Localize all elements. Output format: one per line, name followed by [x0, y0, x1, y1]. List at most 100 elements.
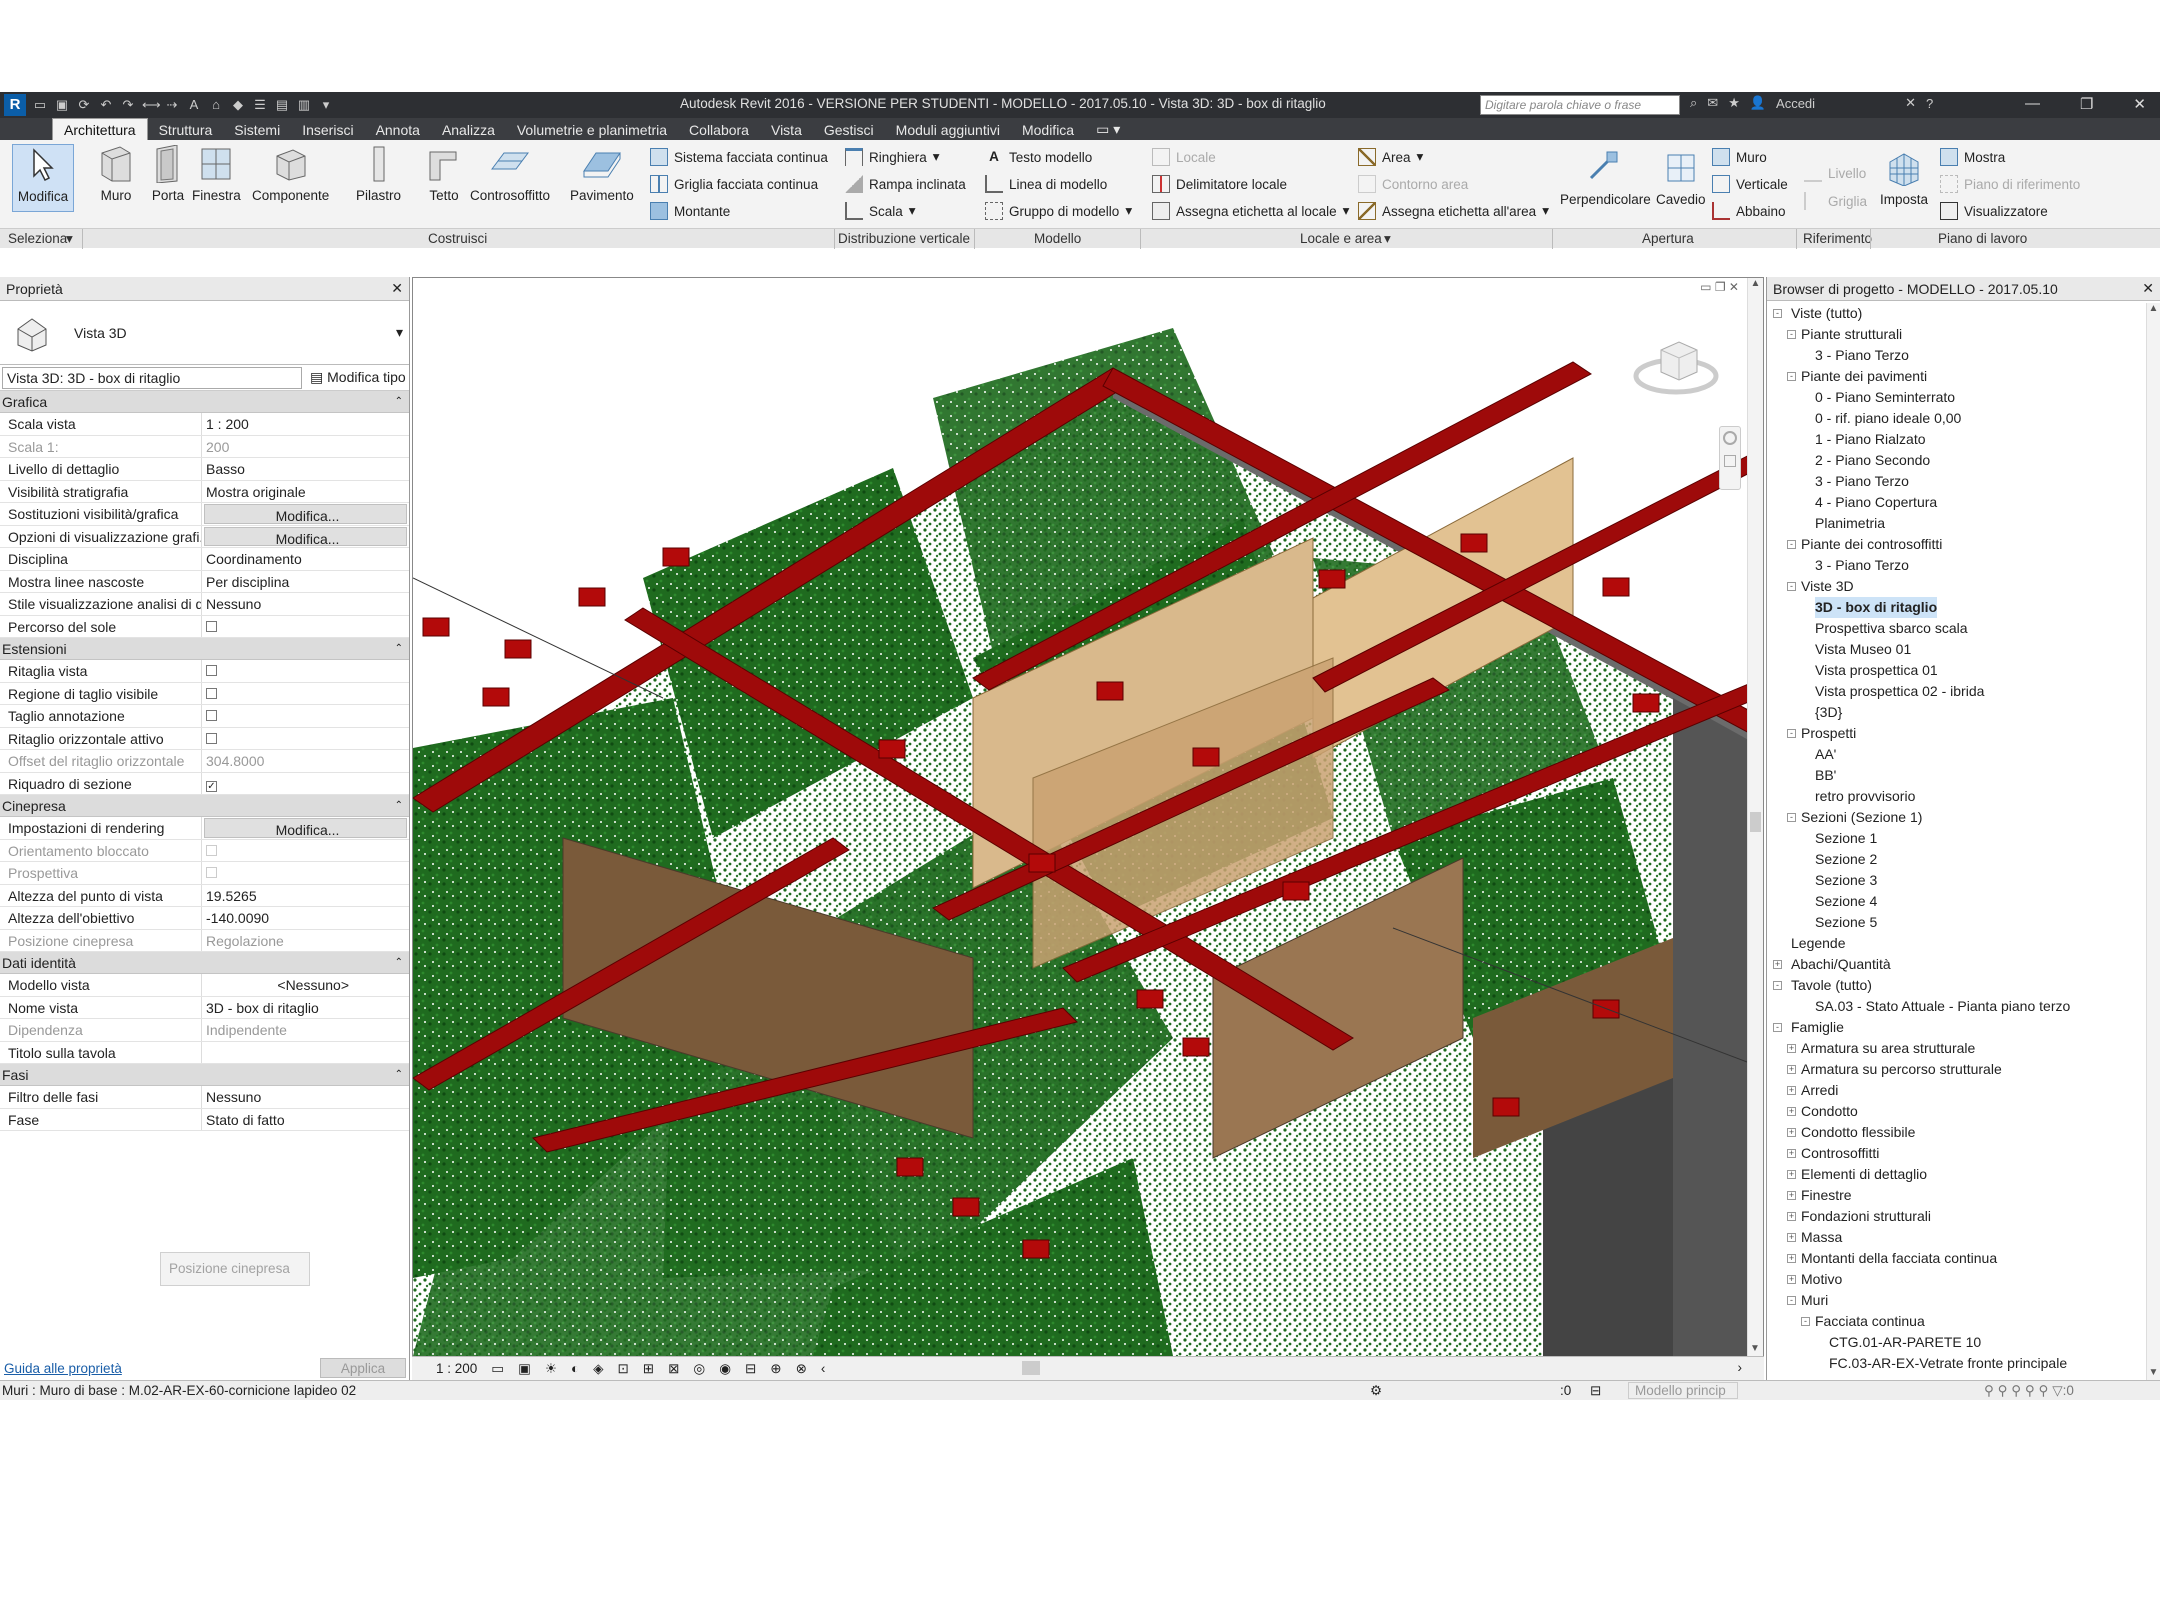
tab-sistemi[interactable]: Sistemi [223, 119, 291, 140]
crop-region-icon[interactable]: ⊞ [643, 1361, 654, 1377]
browser-tree-item[interactable]: Planimetria [1767, 513, 2160, 534]
scroll-down-icon[interactable]: ▼ [1748, 1343, 1762, 1354]
collapse-icon[interactable]: - [1787, 729, 1796, 738]
browser-tree-item[interactable]: 0 - Piano Seminterrato [1767, 387, 2160, 408]
property-value[interactable] [202, 616, 409, 638]
collapse-icon[interactable]: - [1787, 372, 1796, 381]
analytical-icon[interactable]: ⊕ [770, 1361, 781, 1377]
close-icon[interactable]: ✕ [2133, 95, 2146, 113]
set-workplane-button[interactable]: Imposta [1880, 148, 1928, 207]
tag-room-button[interactable]: Assegna etichetta al locale ▾ [1152, 202, 1349, 220]
modify-button[interactable]: Modifica... [204, 526, 407, 547]
expand-icon[interactable]: + [1773, 960, 1782, 969]
area-button[interactable]: Area ▾ [1358, 148, 1423, 166]
roof-button[interactable]: Tetto [424, 144, 464, 203]
dimension-icon[interactable]: ⇢ [164, 97, 180, 113]
scroll-up-icon[interactable]: ▲ [2147, 303, 2160, 314]
chevron-down-icon[interactable]: ▾ [933, 149, 940, 165]
user-icon[interactable]: 👤 [1750, 95, 1766, 111]
close-icon[interactable]: ✕ [391, 280, 403, 297]
browser-tree-item[interactable]: Sezione 2 [1767, 849, 2160, 870]
favorites-icon[interactable]: ★ [1728, 95, 1740, 111]
close-hidden-icon[interactable]: ▤ [274, 97, 290, 113]
browser-tree-item[interactable]: + Montanti della facciata continua [1767, 1248, 2160, 1269]
browser-tree-item[interactable]: + Abachi/Quantità [1767, 954, 2160, 975]
browser-tree-item[interactable]: - Famiglie [1767, 1017, 2160, 1038]
property-value[interactable]: Coordinamento [202, 548, 409, 570]
browser-tree-item[interactable]: SA.03 - Stato Attuale - Pianta piano ter… [1767, 996, 2160, 1017]
browser-tree-item[interactable]: + Controsoffitti [1767, 1143, 2160, 1164]
curtain-system-button[interactable]: Sistema facciata continua [650, 148, 828, 166]
sync-icon[interactable]: ⟳ [76, 97, 92, 113]
expand-icon[interactable]: + [1787, 1044, 1796, 1053]
browser-tree-item[interactable]: Sezione 1 [1767, 828, 2160, 849]
collapse-icon[interactable]: - [1773, 1023, 1782, 1032]
shadows-icon[interactable]: ◐ [571, 1361, 579, 1376]
rendering-icon[interactable]: ◈ [593, 1361, 603, 1377]
properties-help-link[interactable]: Guida alle proprietà [4, 1361, 122, 1376]
property-value[interactable]: 19.5265 [202, 885, 409, 907]
customize-icon[interactable]: ▾ [318, 97, 334, 113]
view-scale[interactable]: 1 : 200 [436, 1361, 477, 1376]
show-workplane-button[interactable]: Mostra [1940, 148, 2005, 166]
tab-volumetrie-e-planimetria[interactable]: Volumetrie e planimetria [506, 119, 678, 140]
collapse-icon[interactable]: ⌃ [395, 643, 403, 654]
expand-icon[interactable]: + [1787, 1107, 1796, 1116]
browser-tree-item[interactable]: Prospettiva sbarco scala [1767, 618, 2160, 639]
property-value[interactable]: 3D - box di ritaglio [202, 997, 409, 1019]
zoom-icon[interactable] [1724, 455, 1736, 467]
navigation-bar[interactable] [1719, 426, 1741, 490]
detail-level-icon[interactable]: ▭ [491, 1361, 504, 1377]
open-icon[interactable]: ▭ [32, 97, 48, 113]
browser-tree-item[interactable]: - Muri [1767, 1290, 2160, 1311]
checkbox[interactable] [206, 732, 217, 744]
grid-button[interactable]: Griglia [1804, 192, 1867, 210]
browser-tree-item[interactable]: 4 - Piano Copertura [1767, 492, 2160, 513]
room-separator-button[interactable]: Delimitatore locale [1152, 175, 1287, 193]
apply-button[interactable]: Applica [320, 1358, 406, 1378]
browser-scrollbar[interactable]: ▲ ▼ [2146, 303, 2160, 1380]
checkbox[interactable] [206, 710, 217, 721]
worksharing-icon[interactable]: ⊟ [745, 1361, 756, 1377]
checkbox[interactable]: ✓ [206, 780, 217, 792]
expand-icon[interactable]: + [1787, 1065, 1796, 1074]
browser-tree-item[interactable]: - Viste 3D [1767, 576, 2160, 597]
property-value[interactable] [202, 1042, 409, 1064]
wall-opening-button[interactable]: Muro [1712, 148, 1767, 166]
collapse-icon[interactable]: - [1787, 582, 1796, 591]
collapse-icon[interactable]: - [1787, 1296, 1796, 1305]
model-text-button[interactable]: A Testo modello [985, 148, 1092, 166]
section-header[interactable]: Cinepresa ⌃ [0, 795, 409, 817]
collapse-icon[interactable]: - [1801, 1317, 1810, 1326]
browser-tree-item[interactable]: + Arredi [1767, 1080, 2160, 1101]
browser-tree-item[interactable]: - Sezioni (Sezione 1) [1767, 807, 2160, 828]
tab-inserisci[interactable]: Inserisci [291, 119, 364, 140]
door-button[interactable]: Porta [148, 144, 188, 203]
redo-icon[interactable]: ↷ [120, 97, 136, 113]
railing-button[interactable]: Ringhiera ▾ [845, 148, 940, 166]
exchange-icon[interactable]: ✕ [1905, 95, 1916, 111]
stair-button[interactable]: Scala ▾ [845, 202, 916, 220]
expand-icon[interactable]: + [1787, 1170, 1796, 1179]
browser-tree-item[interactable]: 2 - Piano Secondo [1767, 450, 2160, 471]
browser-tree-item[interactable]: - Viste (tutto) [1767, 303, 2160, 324]
property-value[interactable]: Regolazione [202, 930, 409, 952]
tab-vista[interactable]: Vista [760, 119, 813, 140]
checkbox[interactable] [206, 867, 217, 878]
tab-architettura[interactable]: Architettura [52, 118, 148, 140]
collapse-icon[interactable]: - [1787, 330, 1796, 339]
thin-lines-icon[interactable]: ☰ [252, 97, 268, 113]
collapse-icon[interactable]: ⌃ [395, 800, 403, 811]
browser-tree-item[interactable]: - Tavole (tutto) [1767, 975, 2160, 996]
expand-icon[interactable]: + [1787, 1128, 1796, 1137]
view-horizontal-scrollbar[interactable] [1022, 1361, 1040, 1375]
visual-style-icon[interactable]: ▣ [518, 1361, 531, 1377]
property-value[interactable] [202, 862, 409, 884]
browser-tree-item[interactable]: - Piante dei pavimenti [1767, 366, 2160, 387]
expand-icon[interactable]: + [1787, 1191, 1796, 1200]
browser-tree-item[interactable]: AA' [1767, 744, 2160, 765]
chevron-down-icon[interactable]: ▾ [1542, 203, 1549, 219]
instance-filter-dropdown[interactable]: Vista 3D: 3D - box di ritaglio [2, 366, 302, 389]
switch-windows-icon[interactable]: ▥ [296, 97, 312, 113]
subscription-icon[interactable]: ✉ [1707, 95, 1718, 111]
